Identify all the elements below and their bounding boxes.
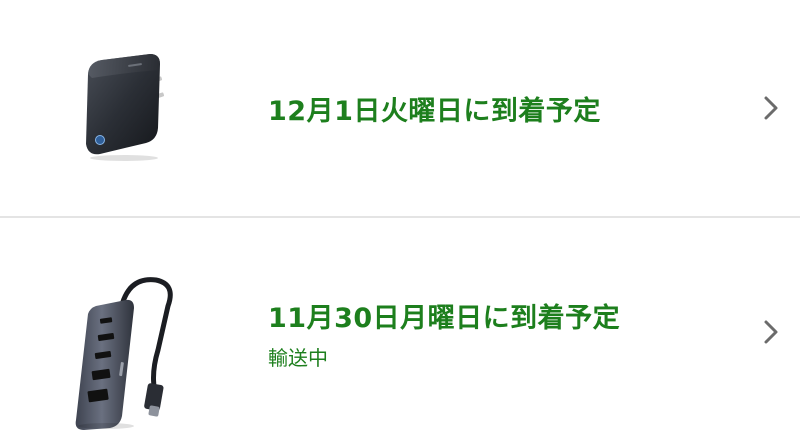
- delivery-status: 11月30日月曜日に到着予定: [268, 303, 621, 334]
- order-list: 12月1日火曜日に到着予定 11月30日月曜日に到着予定 輸送中: [0, 0, 800, 439]
- shipping-status: 輸送中: [268, 346, 328, 370]
- order-row[interactable]: 12月1日火曜日に到着予定: [0, 0, 800, 216]
- chevron-right-icon: [764, 96, 778, 120]
- usb-c-hub-image: [75, 277, 173, 430]
- delivery-status: 12月1日火曜日に到着予定: [268, 96, 601, 127]
- power-bank-charger-image: [86, 54, 165, 161]
- order-row[interactable]: 11月30日月曜日に到着予定 輸送中: [0, 218, 800, 439]
- chevron-right-icon: [764, 320, 778, 344]
